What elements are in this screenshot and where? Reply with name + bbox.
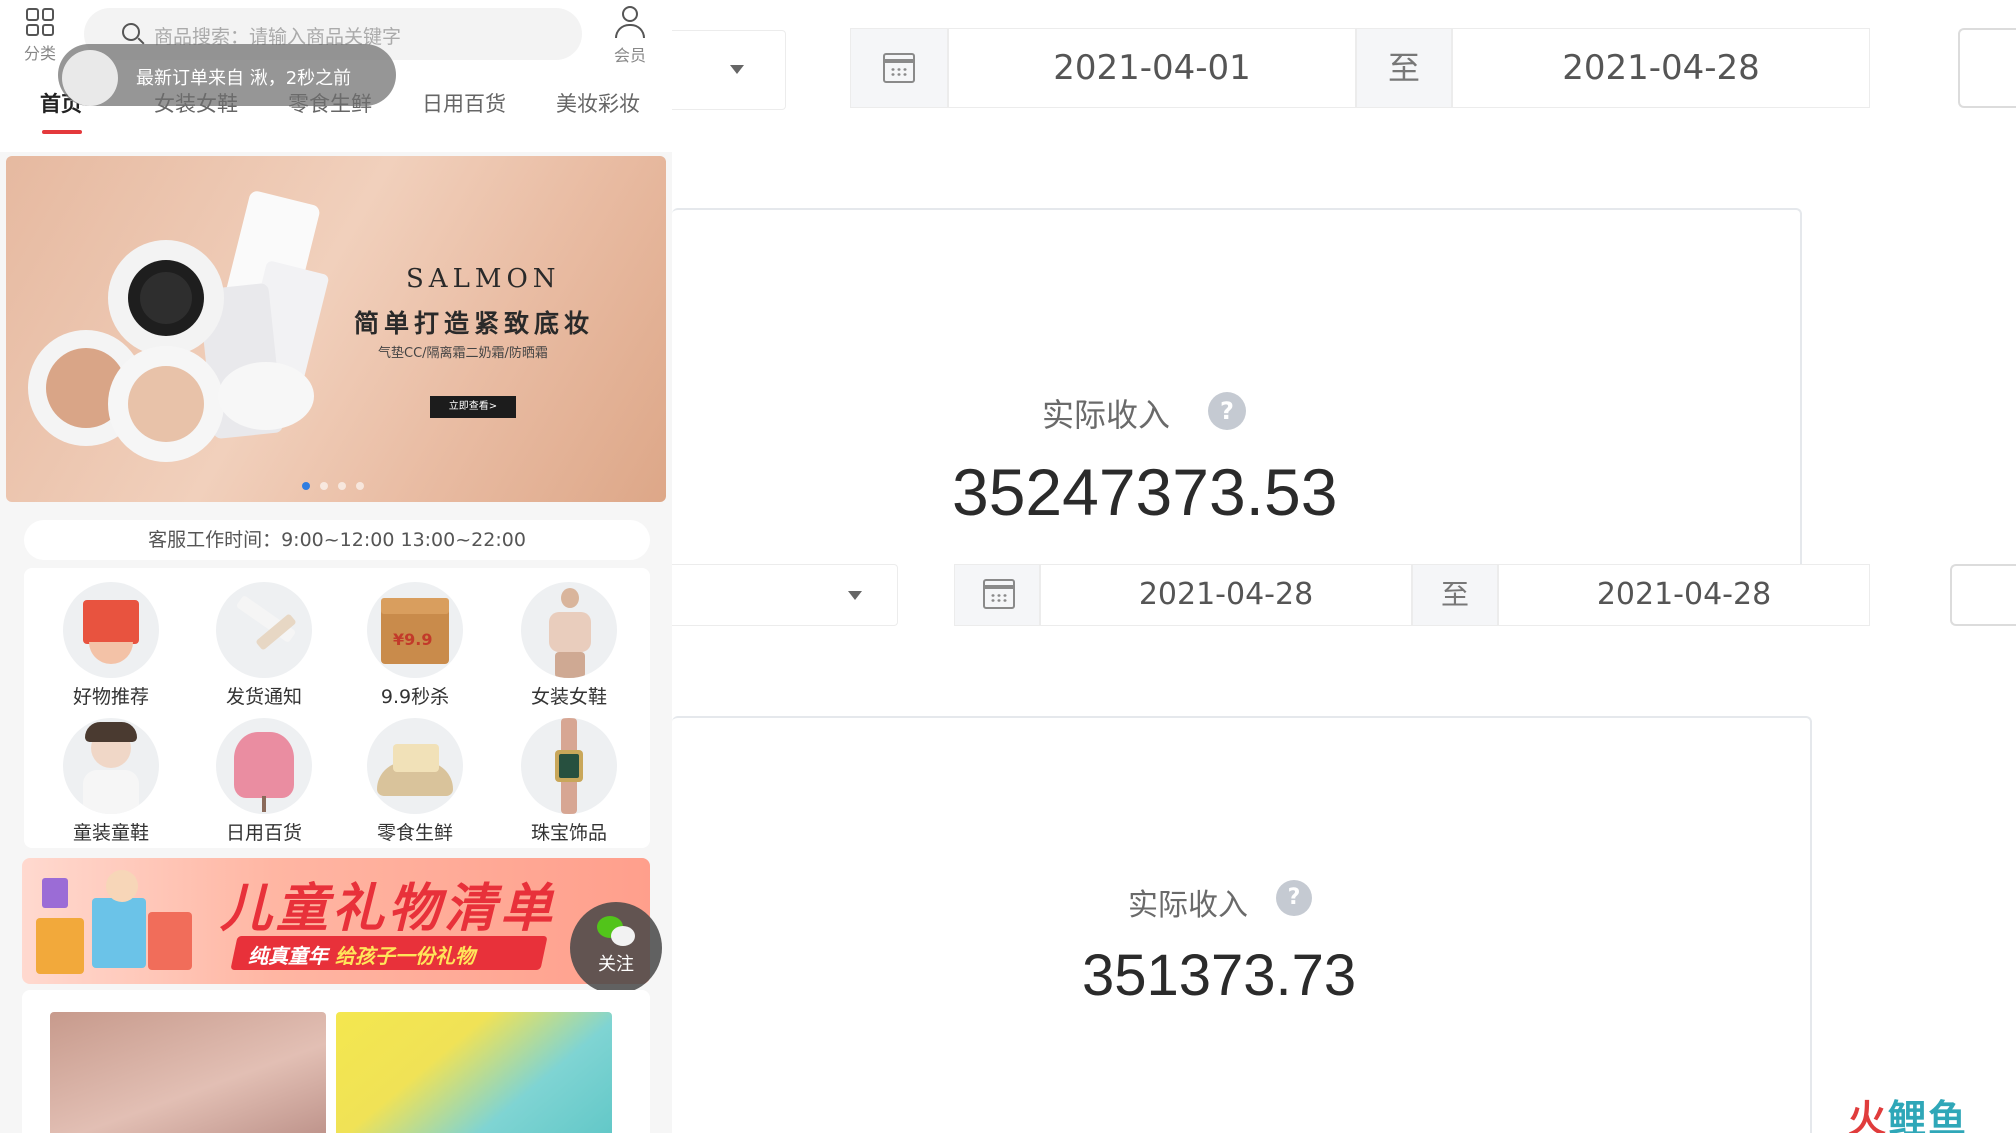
follow-label: 关注 — [598, 954, 634, 975]
product-image-wipes[interactable] — [336, 1012, 612, 1133]
category-item[interactable]: 日用百货 — [199, 718, 329, 845]
womens-wear-icon — [521, 582, 617, 678]
active-tab-indicator — [42, 130, 82, 134]
metric-label: 实际收入 — [1042, 396, 1171, 434]
carousel-dot[interactable] — [302, 482, 310, 490]
promo-tagline-b: 给孩子一份礼物 — [334, 944, 475, 968]
category-label: 珠宝饰品 — [530, 822, 607, 844]
help-icon[interactable]: ? — [1208, 392, 1246, 430]
parcel-box-icon: ¥9.9 — [367, 582, 463, 678]
snack-icon — [367, 718, 463, 814]
tab-cosmetics[interactable]: 美妆彩妆 — [556, 88, 640, 118]
category-label: 分类 — [23, 44, 56, 63]
category-item[interactable]: 好物推荐 — [46, 582, 176, 709]
kids-wear-icon — [63, 718, 159, 814]
member-button[interactable]: 会员 — [606, 6, 654, 65]
category-label: 日用百货 — [225, 822, 302, 844]
category-label: 零食生鲜 — [376, 822, 453, 844]
paper-plane-icon — [216, 582, 312, 678]
promo-title: 儿童礼物清单 — [220, 879, 557, 939]
category-item[interactable]: 童装童鞋 — [46, 718, 176, 845]
promo-tagline-a: 纯真童年 — [248, 944, 328, 968]
calendar-icon — [883, 53, 915, 83]
order-notification-toast: 最新订单来自 湫，2秒之前 — [58, 44, 396, 106]
user-icon — [622, 6, 638, 22]
promo-tagline: 纯真童年 给孩子一份礼物 — [248, 940, 475, 969]
watermark-part-b: 鲤鱼 — [1888, 1097, 1969, 1133]
start-date-input[interactable]: 2021-04-28 — [1040, 564, 1412, 626]
user-icon-body — [615, 24, 645, 38]
category-label: 女装女鞋 — [530, 686, 607, 708]
search-icon — [122, 23, 140, 41]
carousel-dot[interactable] — [320, 482, 328, 490]
calendar-icon — [983, 579, 1015, 609]
promo-illustration — [36, 870, 192, 974]
kids-gift-promo-banner[interactable]: 儿童礼物清单 纯真童年 给孩子一份礼物 — [22, 858, 650, 984]
revenue-dashboard: 2021-04-01 至 2021-04-28 实际收入 ? 35247373.… — [672, 0, 2016, 1133]
banner-cta-button[interactable]: 立即查看> — [430, 396, 516, 418]
category-label: 好物推荐 — [72, 686, 149, 708]
chevron-down-icon — [730, 65, 744, 74]
member-label: 会员 — [613, 46, 646, 65]
carousel-dot[interactable] — [356, 482, 364, 490]
follow-button[interactable]: 关注 — [570, 902, 662, 994]
umbrella-icon — [216, 718, 312, 814]
category-label: 童装童鞋 — [72, 822, 149, 844]
buyer-avatar — [62, 50, 118, 106]
banner-slogan: 简单打造紧致底妆 — [354, 309, 595, 338]
range-select[interactable] — [672, 30, 786, 110]
metric-value: 351373.73 — [1082, 943, 1357, 1008]
category-grid: 好物推荐 发货通知 ¥9.9 9.9秒杀 女装女鞋 童装童鞋 日用百货 零食生鲜… — [24, 568, 650, 848]
product-list — [22, 990, 650, 1133]
metric-card: 实际收入 ? 351373.73 — [672, 716, 1812, 1133]
category-label: 9.9秒杀 — [380, 686, 450, 708]
watermark-part-a: 火 — [1848, 1097, 1889, 1133]
chevron-down-icon — [848, 591, 862, 600]
gift-box-icon — [63, 582, 159, 678]
hero-banner[interactable]: SALMON 简单打造紧致底妆 气垫CC/隔离霜二奶霜/防晒霜 立即查看> — [6, 156, 666, 502]
carousel-dots — [302, 482, 364, 490]
query-button[interactable] — [1958, 28, 2016, 108]
watch-icon — [521, 718, 617, 814]
tab-daily-goods[interactable]: 日用百货 — [422, 88, 506, 118]
metric-label: 实际收入 — [1128, 888, 1248, 923]
order-notification-text: 最新订单来自 湫，2秒之前 — [136, 68, 352, 89]
wechat-icon — [597, 916, 635, 946]
end-date-input[interactable]: 2021-04-28 — [1498, 564, 1870, 626]
category-item[interactable]: ¥9.9 9.9秒杀 — [350, 582, 480, 709]
date-separator: 至 — [1412, 564, 1498, 626]
product-image-dolls[interactable] — [50, 1012, 326, 1133]
query-button[interactable] — [1950, 564, 2016, 626]
category-item[interactable]: 珠宝饰品 — [504, 718, 634, 845]
top-bar: 分类 商品搜索：请输入商品关键字 会员 首页 女装女鞋 零食生鲜 日用百货 美妆… — [0, 0, 672, 152]
category-label: 发货通知 — [225, 686, 302, 708]
grid-icon — [26, 8, 54, 36]
category-item[interactable]: 零食生鲜 — [350, 718, 480, 845]
watermark: 火鲤鱼 — [1848, 1088, 1968, 1133]
category-item[interactable]: 女装女鞋 — [504, 582, 634, 709]
category-item[interactable]: 发货通知 — [199, 582, 329, 709]
mobile-shop-screen: 分类 商品搜索：请输入商品关键字 会员 首页 女装女鞋 零食生鲜 日用百货 美妆… — [0, 0, 672, 1133]
date-range-calendar-button[interactable] — [954, 564, 1040, 626]
metric-card: 实际收入 ? 35247373.53 — [672, 208, 1802, 568]
range-select[interactable] — [672, 564, 898, 626]
category-button[interactable]: 分类 — [18, 8, 62, 64]
date-separator: 至 — [1356, 28, 1452, 108]
banner-brand: SALMON — [406, 264, 561, 294]
date-range-calendar-button[interactable] — [850, 28, 948, 108]
carousel-dot[interactable] — [338, 482, 346, 490]
service-hours: 客服工作时间：9:00~12:00 13:00~22:00 — [24, 520, 650, 560]
help-icon[interactable]: ? — [1276, 880, 1312, 916]
start-date-input[interactable]: 2021-04-01 — [948, 28, 1356, 108]
metric-value: 35247373.53 — [952, 455, 1338, 529]
banner-subtitle: 气垫CC/隔离霜二奶霜/防晒霜 — [378, 346, 548, 361]
end-date-input[interactable]: 2021-04-28 — [1452, 28, 1870, 108]
